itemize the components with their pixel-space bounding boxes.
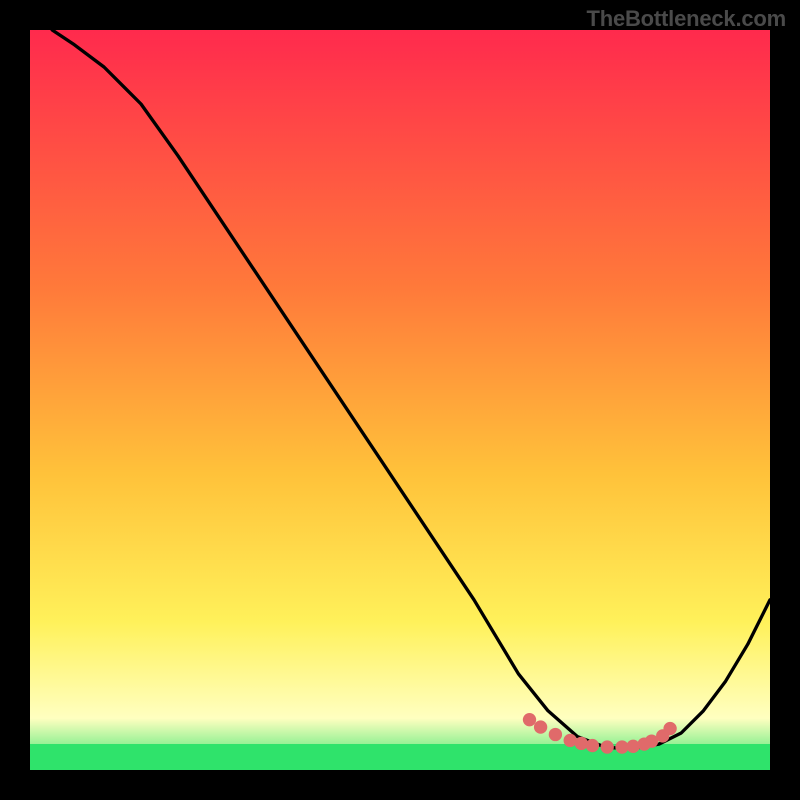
valley-markers-group — [523, 713, 677, 754]
valley-marker — [523, 713, 536, 726]
chart-frame: TheBottleneck.com — [0, 0, 800, 800]
bottleneck-curve — [52, 30, 770, 748]
valley-marker — [663, 722, 676, 735]
valley-marker — [626, 740, 639, 753]
valley-marker — [549, 728, 562, 741]
watermark-text: TheBottleneck.com — [586, 6, 786, 32]
curve-layer — [30, 30, 770, 770]
valley-marker — [575, 737, 588, 750]
valley-marker — [534, 720, 547, 733]
valley-marker — [586, 739, 599, 752]
valley-marker — [601, 740, 614, 753]
plot-area — [30, 30, 770, 770]
